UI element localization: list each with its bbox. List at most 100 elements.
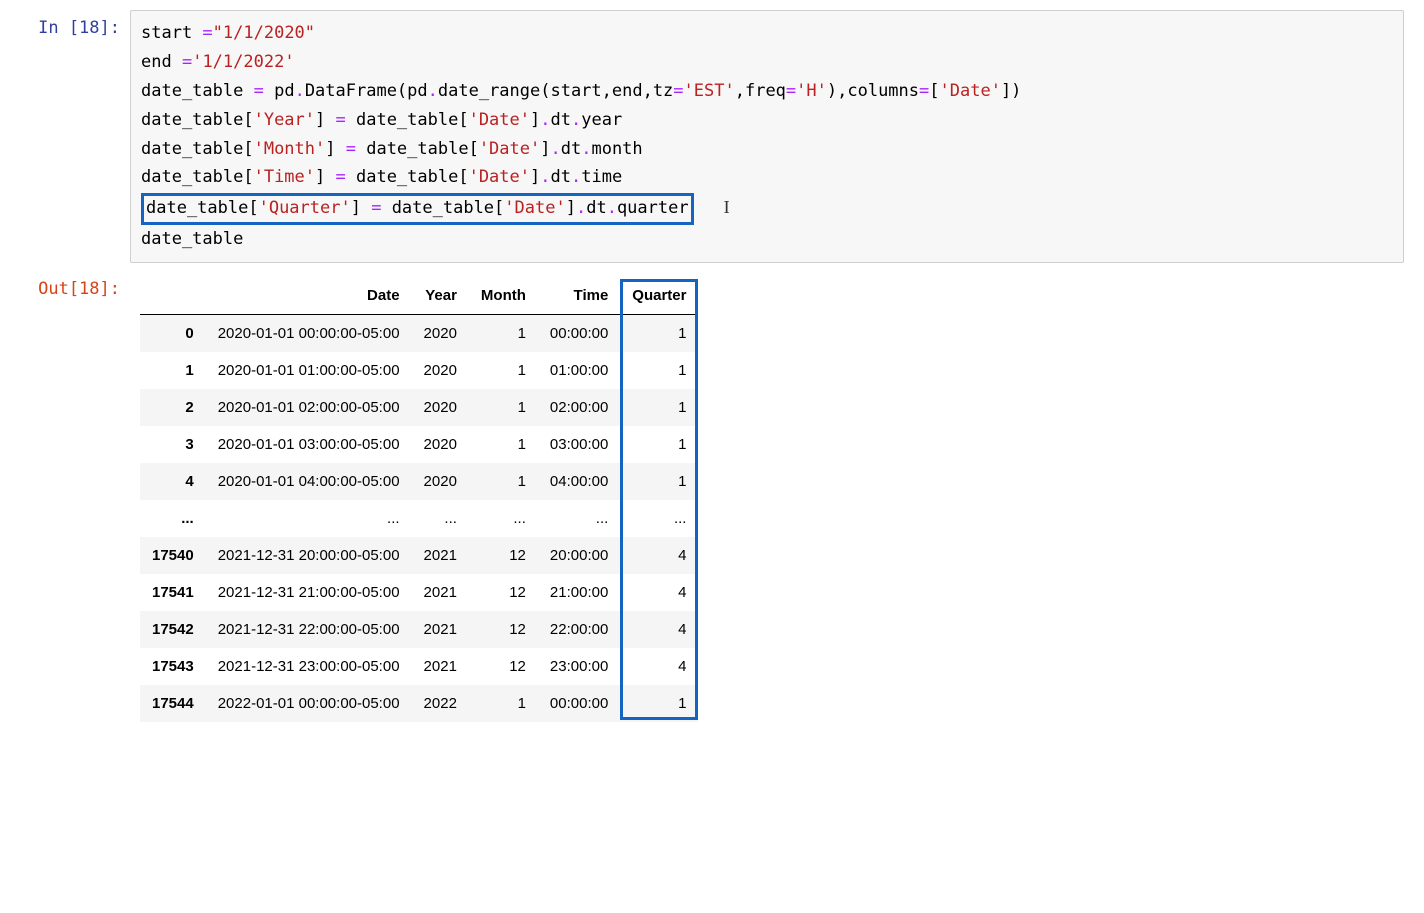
cell-date: 2022-01-01 00:00:00-05:00: [206, 685, 412, 722]
row-index: 1: [140, 352, 206, 389]
row-index: 17542: [140, 611, 206, 648]
code-run: month: [591, 139, 642, 159]
row-index: 17541: [140, 574, 206, 611]
highlight-box-icon: [620, 498, 698, 539]
table-row: 02020-01-01 00:00:00-05:002020100:00:001: [140, 314, 698, 352]
cell-time: 20:00:00: [538, 537, 620, 574]
row-index: ...: [140, 500, 206, 537]
code-run: date_table[: [346, 110, 469, 130]
col-date: Date: [206, 277, 412, 315]
code-run: ]: [315, 167, 335, 187]
cell-quarter: 4: [620, 574, 698, 611]
cell-date: 2021-12-31 21:00:00-05:00: [206, 574, 412, 611]
code-run: date_table[: [141, 110, 254, 130]
code-run: pd: [264, 81, 295, 101]
col-index: [140, 277, 206, 315]
table-row: 175412021-12-31 21:00:00-05:0020211221:0…: [140, 574, 698, 611]
cell-year: 2021: [412, 611, 469, 648]
cell-year: 2020: [412, 314, 469, 352]
cell-date: 2020-01-01 01:00:00-05:00: [206, 352, 412, 389]
code-run: .: [540, 110, 550, 130]
cell-month: 1: [469, 352, 538, 389]
code-run: date_table[: [346, 167, 469, 187]
cell-month: ...: [469, 500, 538, 537]
cell-time: 00:00:00: [538, 314, 620, 352]
cell-date: ...: [206, 500, 412, 537]
table-row: 175442022-01-01 00:00:00-05:002022100:00…: [140, 685, 698, 722]
code-run: 'Time': [254, 167, 315, 187]
cell-date: 2020-01-01 03:00:00-05:00: [206, 426, 412, 463]
code-input[interactable]: start ="1/1/2020" end ='1/1/2022' date_t…: [130, 10, 1404, 263]
code-run: dt: [586, 198, 606, 218]
code-run: ]: [325, 139, 345, 159]
row-index: 0: [140, 314, 206, 352]
code-run: '1/1/2022': [192, 52, 294, 72]
table-row: 175432021-12-31 23:00:00-05:0020211223:0…: [140, 648, 698, 685]
highlight-box-icon: [620, 424, 698, 465]
cell-date: 2020-01-01 00:00:00-05:00: [206, 314, 412, 352]
output-area: Date Year Month Time Quarter 02020-01-01…: [130, 271, 1404, 722]
code-run: ]: [540, 139, 550, 159]
cell-time: 02:00:00: [538, 389, 620, 426]
code-run: "1/1/2020": [213, 23, 315, 43]
code-run: ]: [351, 198, 371, 218]
cell-month: 1: [469, 426, 538, 463]
row-index: 17544: [140, 685, 206, 722]
code-run: =: [371, 198, 381, 218]
highlight-box-icon: [620, 683, 698, 720]
code-run: date_table: [141, 229, 243, 249]
cell-time: ...: [538, 500, 620, 537]
cell-quarter: 1: [620, 352, 698, 389]
highlight-box-icon: [620, 572, 698, 613]
cell-date: 2020-01-01 02:00:00-05:00: [206, 389, 412, 426]
code-run: 'Date': [504, 198, 565, 218]
highlight-box-icon: [620, 313, 698, 354]
col-year: Year: [412, 277, 469, 315]
input-cell: In [18]: start ="1/1/2020" end ='1/1/202…: [20, 10, 1404, 263]
cell-time: 23:00:00: [538, 648, 620, 685]
cell-quarter-value: 4: [678, 584, 686, 601]
code-run: ]): [1001, 81, 1021, 101]
cell-quarter-value: 4: [678, 621, 686, 638]
col-quarter: Quarter: [620, 277, 698, 315]
cell-month: 1: [469, 314, 538, 352]
dataframe-table: Date Year Month Time Quarter 02020-01-01…: [140, 277, 698, 722]
cell-quarter-value: 1: [678, 362, 686, 379]
cell-quarter-value: 1: [678, 325, 686, 342]
highlight-box-icon: [620, 350, 698, 391]
cell-year: 2020: [412, 426, 469, 463]
cell-month: 1: [469, 685, 538, 722]
cell-quarter: 4: [620, 648, 698, 685]
code-run: 'Date': [479, 139, 540, 159]
code-run: date_table: [141, 81, 254, 101]
col-quarter-label: Quarter: [632, 287, 686, 304]
highlight-box-icon: [620, 461, 698, 502]
output-cell: Out[18]: Date Year Month Time Quarter 02…: [20, 271, 1404, 722]
highlight-box-icon: [620, 387, 698, 428]
code-run: =: [336, 167, 346, 187]
row-index: 17540: [140, 537, 206, 574]
cell-time: 01:00:00: [538, 352, 620, 389]
cell-quarter: ...: [620, 500, 698, 537]
code-run: date_table[: [146, 198, 259, 218]
cell-month: 12: [469, 648, 538, 685]
col-month: Month: [469, 277, 538, 315]
code-run: dt: [561, 139, 581, 159]
cell-quarter: 4: [620, 537, 698, 574]
cell-quarter-value: 1: [678, 473, 686, 490]
cell-time: 00:00:00: [538, 685, 620, 722]
cell-quarter: 1: [620, 463, 698, 500]
code-run: =: [673, 81, 683, 101]
code-run: dt: [551, 167, 571, 187]
cell-month: 12: [469, 537, 538, 574]
code-run: ]: [530, 110, 540, 130]
highlight-box-icon: [620, 646, 698, 687]
code-run: 'Month': [254, 139, 326, 159]
cell-quarter-value: 4: [678, 658, 686, 675]
cell-month: 12: [469, 611, 538, 648]
cell-time: 21:00:00: [538, 574, 620, 611]
cell-quarter: 1: [620, 389, 698, 426]
code-run: =: [202, 23, 212, 43]
cell-year: 2021: [412, 537, 469, 574]
code-run: .: [576, 198, 586, 218]
